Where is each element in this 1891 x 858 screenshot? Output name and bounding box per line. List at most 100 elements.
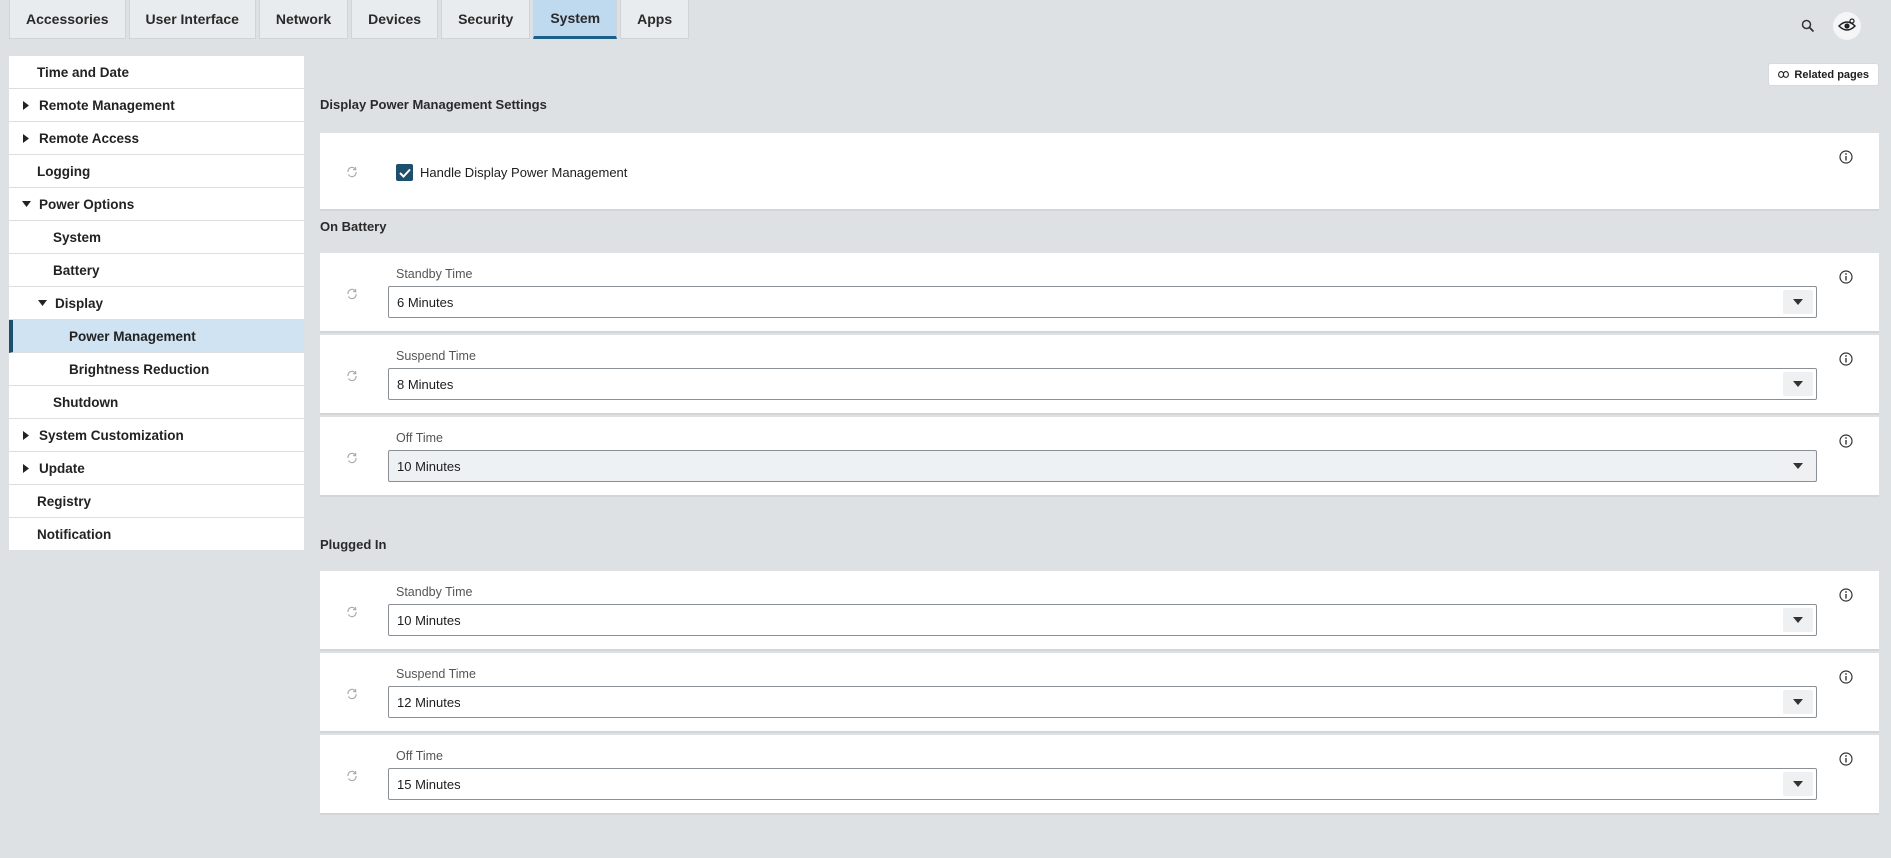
link-icon [1778, 69, 1790, 81]
plugged-off-select[interactable]: 15 Minutes [388, 768, 1817, 800]
sidebar-item-remote-access[interactable]: Remote Access [9, 122, 304, 155]
reset-icon[interactable] [346, 451, 358, 469]
plugged-standby-select[interactable]: 10 Minutes [388, 604, 1817, 636]
related-pages-label: Related pages [1794, 68, 1869, 81]
sidebar-item-logging[interactable]: Logging [9, 155, 304, 188]
info-icon[interactable] [1839, 588, 1853, 607]
battery-standby-select[interactable]: 6 Minutes [388, 286, 1817, 318]
info-icon[interactable] [1839, 352, 1853, 371]
handle-dpm-checkbox[interactable] [396, 164, 413, 181]
caret-right-icon [21, 133, 31, 143]
chevron-down-icon [1783, 290, 1813, 314]
field-label: Off Time [396, 749, 444, 763]
sidebar-item-power-management[interactable]: Power Management [9, 320, 304, 353]
handle-dpm-label[interactable]: Handle Display Power Management [420, 164, 627, 181]
plugged-suspend-card: Suspend Time 12 Minutes [320, 653, 1879, 733]
on-battery-title: On Battery [320, 219, 387, 234]
sidebar-item-display[interactable]: Display [9, 287, 304, 320]
select-value: 12 Minutes [397, 694, 461, 710]
sidebar-item-label: Power Options [39, 196, 135, 212]
sidebar-item-label: Brightness Reduction [69, 361, 210, 377]
eye-settings-icon[interactable] [1833, 12, 1861, 40]
info-icon[interactable] [1839, 670, 1853, 689]
sidebar: Time and Date Remote Management Remote A… [9, 56, 304, 551]
sidebar-item-update[interactable]: Update [9, 452, 304, 485]
info-icon[interactable] [1839, 434, 1853, 453]
chevron-down-icon [1783, 608, 1813, 632]
plugged-standby-card: Standby Time 10 Minutes [320, 571, 1879, 651]
select-value: 10 Minutes [397, 612, 461, 628]
sidebar-item-label: Logging [37, 163, 91, 179]
sidebar-item-label: System Customization [39, 427, 184, 443]
battery-suspend-select[interactable]: 8 Minutes [388, 368, 1817, 400]
plugged-off-card: Off Time 15 Minutes [320, 735, 1879, 815]
tab-user-interface[interactable]: User Interface [128, 0, 256, 39]
sidebar-item-system-customization[interactable]: System Customization [9, 419, 304, 452]
field-label: Off Time [396, 431, 444, 445]
handle-dpm-card: Handle Display Power Management [320, 133, 1879, 211]
plugged-in-title: Plugged In [320, 537, 387, 552]
info-icon[interactable] [1839, 150, 1853, 169]
sidebar-item-label: Power Management [69, 328, 196, 344]
tab-apps[interactable]: Apps [620, 0, 690, 39]
tab-system[interactable]: System [533, 0, 618, 39]
plugged-suspend-select[interactable]: 12 Minutes [388, 686, 1817, 718]
reset-icon[interactable] [346, 605, 358, 623]
reset-icon[interactable] [346, 687, 358, 705]
sidebar-item-label: Battery [53, 262, 100, 278]
sidebar-item-label: Notification [37, 526, 112, 542]
sidebar-item-time-and-date[interactable]: Time and Date [9, 56, 304, 89]
sidebar-item-registry[interactable]: Registry [9, 485, 304, 518]
tab-devices[interactable]: Devices [351, 0, 439, 39]
page-title: Display Power Management Settings [320, 97, 547, 112]
sidebar-item-label: System [53, 229, 102, 245]
reset-icon[interactable] [346, 165, 358, 183]
top-right-toolbar [1801, 12, 1861, 40]
sidebar-item-label: Registry [37, 493, 92, 509]
search-icon[interactable] [1801, 19, 1815, 33]
field-label: Standby Time [396, 585, 473, 599]
caret-right-icon [21, 100, 31, 110]
sidebar-item-label: Update [39, 460, 85, 476]
field-label: Suspend Time [396, 667, 476, 681]
battery-off-select[interactable]: 10 Minutes [388, 450, 1817, 482]
chevron-down-icon [1783, 772, 1813, 796]
sidebar-item-label: Display [55, 295, 104, 311]
caret-right-icon [21, 430, 31, 440]
top-tab-bar: Accessories User Interface Network Devic… [9, 0, 692, 41]
sidebar-item-notification[interactable]: Notification [9, 518, 304, 551]
caret-down-icon [37, 300, 47, 306]
reset-icon[interactable] [346, 287, 358, 305]
sidebar-item-remote-management[interactable]: Remote Management [9, 89, 304, 122]
caret-right-icon [21, 463, 31, 473]
tab-security[interactable]: Security [441, 0, 531, 39]
info-icon[interactable] [1839, 752, 1853, 771]
field-label: Suspend Time [396, 349, 476, 363]
reset-icon[interactable] [346, 769, 358, 787]
info-icon[interactable] [1839, 270, 1853, 289]
select-value: 6 Minutes [397, 294, 454, 310]
sidebar-item-brightness-reduction[interactable]: Brightness Reduction [9, 353, 304, 386]
sidebar-item-shutdown[interactable]: Shutdown [9, 386, 304, 419]
sidebar-item-battery[interactable]: Battery [9, 254, 304, 287]
related-pages-button[interactable]: Related pages [1768, 63, 1879, 86]
chevron-down-icon [1783, 372, 1813, 396]
chevron-down-icon [1783, 690, 1813, 714]
chevron-down-icon [1783, 454, 1813, 478]
tab-network[interactable]: Network [258, 0, 349, 39]
select-value: 10 Minutes [397, 458, 461, 474]
battery-standby-card: Standby Time 6 Minutes [320, 253, 1879, 333]
field-label: Standby Time [396, 267, 473, 281]
select-value: 15 Minutes [397, 776, 461, 792]
sidebar-item-label: Remote Management [39, 97, 175, 113]
battery-off-card: Off Time 10 Minutes [320, 417, 1879, 497]
caret-down-icon [21, 201, 31, 207]
select-value: 8 Minutes [397, 376, 454, 392]
tab-accessories[interactable]: Accessories [9, 0, 126, 39]
sidebar-item-power-options[interactable]: Power Options [9, 188, 304, 221]
sidebar-item-label: Time and Date [37, 64, 130, 80]
sidebar-item-system[interactable]: System [9, 221, 304, 254]
sidebar-item-label: Shutdown [53, 394, 119, 410]
battery-suspend-card: Suspend Time 8 Minutes [320, 335, 1879, 415]
reset-icon[interactable] [346, 369, 358, 387]
